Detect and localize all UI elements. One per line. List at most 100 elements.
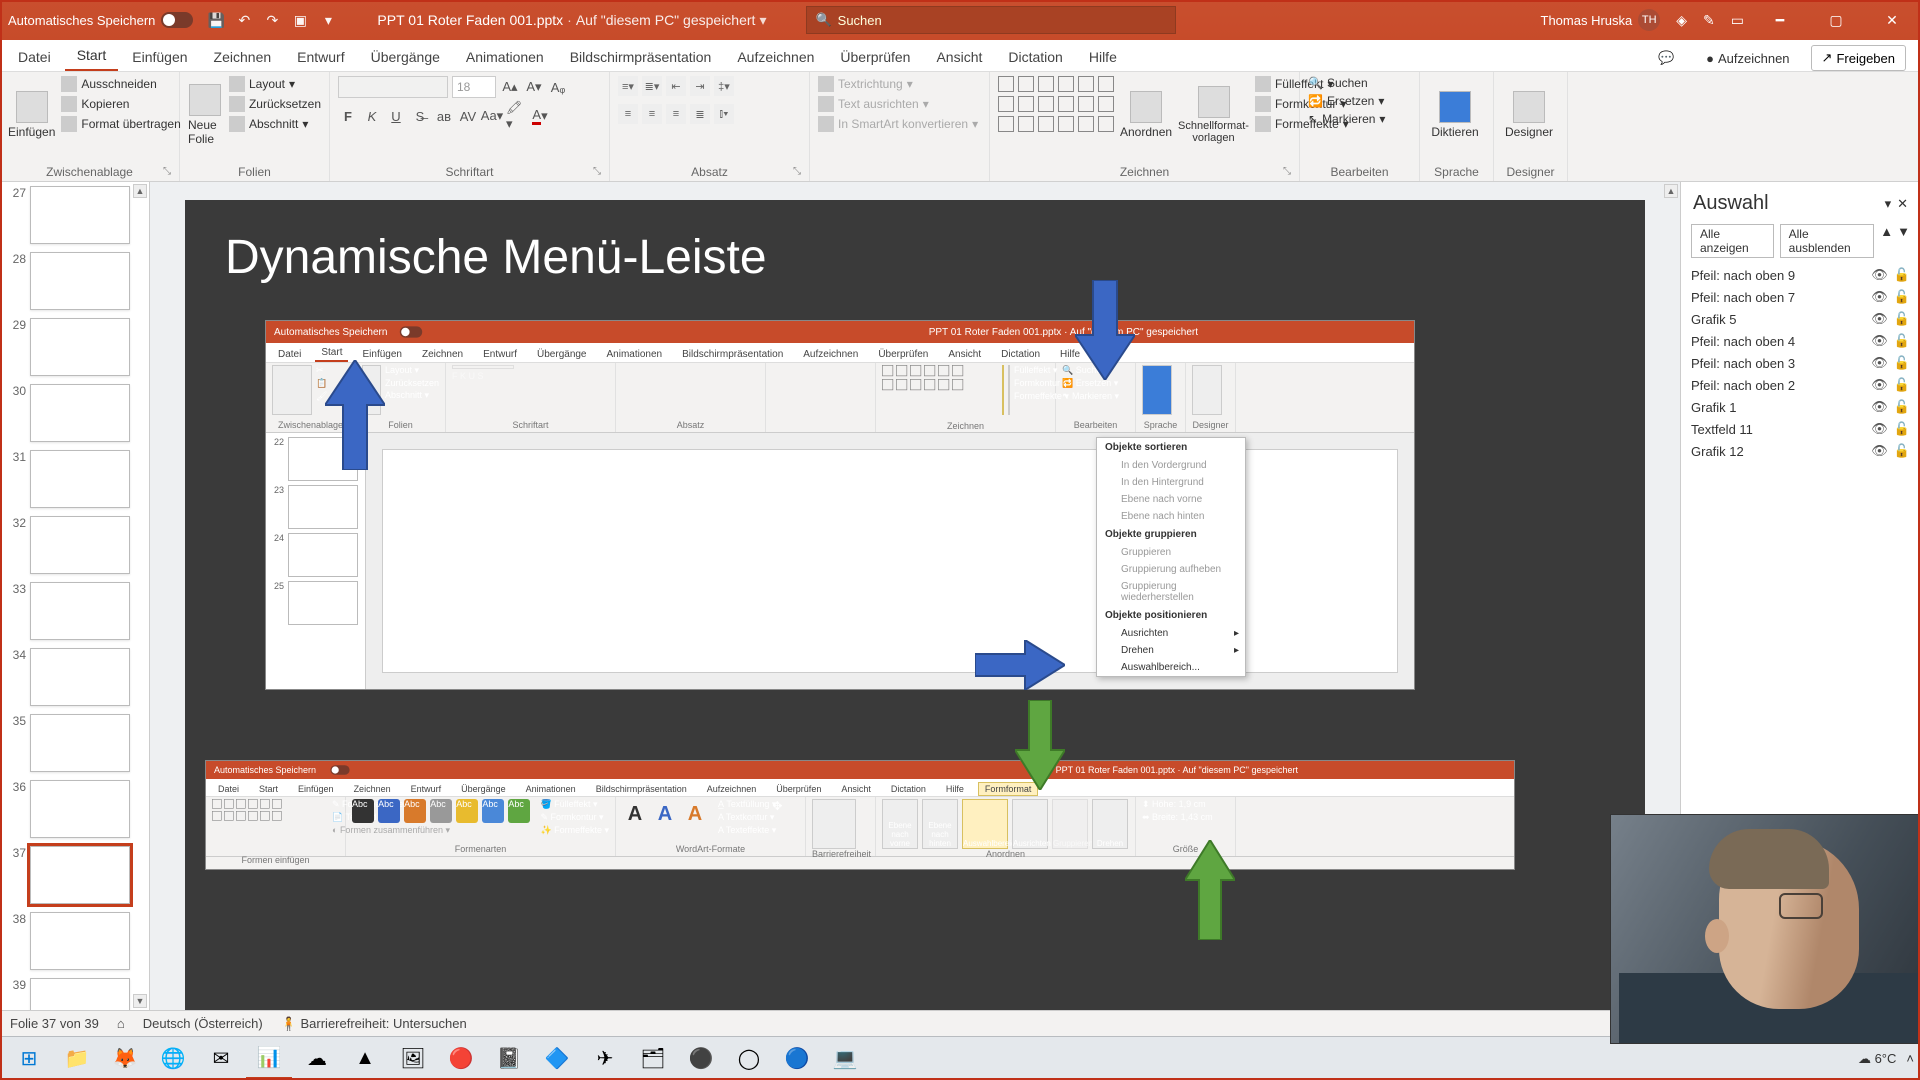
shadow-button[interactable]: aʙ [434,106,454,126]
visibility-icon[interactable]: 👁 [1871,421,1888,437]
slide[interactable]: Dynamische Menü-Leiste Automatisches Spe… [185,200,1645,1020]
lock-icon[interactable]: 🔓 [1894,377,1910,393]
telegram-icon[interactable]: ✈ [582,1039,628,1079]
select-button[interactable]: ↖Markieren ▾ [1308,112,1385,126]
tab-dictation[interactable]: Dictation [996,43,1074,71]
arrow-shape[interactable] [1185,840,1235,940]
move-down-icon[interactable]: ▼ [1897,224,1910,258]
app-icon[interactable]: ◯ [726,1039,772,1079]
indent-more-button[interactable]: ⇥ [690,76,710,96]
tab-zeichnen[interactable]: Zeichnen [202,43,284,71]
language-indicator[interactable]: Deutsch (Österreich) [143,1016,263,1031]
close-pane-icon[interactable]: ✕ [1897,196,1908,212]
maximize-button[interactable]: ▢ [1816,3,1856,37]
shrink-font-icon[interactable]: A▾ [524,77,544,97]
slide-canvas[interactable]: ▲▼ Dynamische Menü-Leiste Automatisches … [150,182,1680,1010]
search-input[interactable]: 🔍 Suchen [806,6,1176,34]
tab-uebergaenge[interactable]: Übergänge [359,43,452,71]
selection-item[interactable]: Pfeil: nach oben 9👁🔓 [1691,267,1910,283]
outlook-icon[interactable]: ✉ [198,1039,244,1079]
move-up-icon[interactable]: ▲ [1880,224,1893,258]
app-icon[interactable]: 🔵 [774,1039,820,1079]
strike-button[interactable]: S̶ [410,106,430,126]
accessibility-icon[interactable]: ⌂ [117,1016,125,1031]
arrow-shape[interactable] [325,360,385,470]
font-size-input[interactable] [452,76,496,98]
pen-icon[interactable]: ✎ [1703,12,1715,29]
app-icon[interactable]: 💻 [822,1039,868,1079]
indent-less-button[interactable]: ⇤ [666,76,686,96]
slide-thumbnail[interactable]: 35 [0,710,149,776]
diamond-icon[interactable]: ◈ [1676,12,1687,29]
onenote-icon[interactable]: 📓 [486,1039,532,1079]
dictate-button[interactable]: Diktieren [1428,76,1482,154]
tab-hilfe[interactable]: Hilfe [1077,43,1129,71]
scroll-up-button[interactable]: ▲ [1664,184,1678,198]
explorer-icon[interactable]: 📁 [54,1039,100,1079]
align-right-button[interactable]: ≡ [666,104,686,124]
visibility-icon[interactable]: 👁 [1871,377,1888,393]
columns-button[interactable]: ⫾▾ [714,104,734,124]
new-slide-button[interactable]: Neue Folie [188,76,223,154]
underline-button[interactable]: U [386,106,406,126]
ribbon-options-icon[interactable]: ▭ [1731,12,1744,29]
share-button[interactable]: ↗ Freigeben [1811,45,1906,71]
vlc-icon[interactable]: ▲ [342,1039,388,1079]
highlight-button[interactable]: 🖍▾ [506,106,526,126]
italic-button[interactable]: K [362,106,382,126]
slide-thumbnail[interactable]: 28 [0,248,149,314]
weather-widget[interactable]: ☁ 6°C [1858,1051,1896,1067]
powerpoint-icon[interactable]: 📊 [246,1039,292,1079]
lock-icon[interactable]: 🔓 [1894,289,1910,305]
tab-ansicht[interactable]: Ansicht [924,43,994,71]
slide-thumbnail[interactable]: 33 [0,578,149,644]
selection-item[interactable]: Textfeld 11👁🔓 [1691,421,1910,437]
case-button[interactable]: Aa▾ [482,106,502,126]
lock-icon[interactable]: 🔓 [1894,333,1910,349]
find-button[interactable]: 🔍Suchen [1308,76,1385,90]
slide-thumbnail[interactable]: 38 [0,908,149,974]
slide-thumbnail[interactable]: 32 [0,512,149,578]
visibility-icon[interactable]: 👁 [1871,311,1888,327]
app-icon[interactable]: ☁ [294,1039,340,1079]
slide-thumbnail[interactable]: 29 [0,314,149,380]
copy-button[interactable]: Kopieren [61,96,180,112]
arrange-button[interactable]: Anordnen [1120,76,1172,154]
slideshow-icon[interactable]: ▣ [291,11,309,29]
selection-item[interactable]: Pfeil: nach oben 4👁🔓 [1691,333,1910,349]
autosave-toggle[interactable]: Automatisches Speichern [8,12,193,28]
lock-icon[interactable]: 🔓 [1894,267,1910,283]
bullets-button[interactable]: ≡▾ [618,76,638,96]
tab-aufzeichnen[interactable]: Aufzeichnen [725,43,826,71]
more-icon[interactable]: ▾ [319,11,337,29]
lock-icon[interactable]: 🔓 [1894,399,1910,415]
tab-entwurf[interactable]: Entwurf [285,43,356,71]
format-painter-button[interactable]: Format übertragen [61,116,180,132]
undo-icon[interactable]: ↶ [235,11,253,29]
slide-thumbnail[interactable]: 30 [0,380,149,446]
start-button[interactable]: ⊞ [6,1039,52,1079]
clear-format-icon[interactable]: Aᵩ [548,77,568,97]
selection-item[interactable]: Grafik 12👁🔓 [1691,443,1910,459]
selection-item[interactable]: Pfeil: nach oben 7👁🔓 [1691,289,1910,305]
arrow-shape[interactable] [1015,700,1065,790]
cut-button[interactable]: Ausschneiden [61,76,180,92]
app-icon[interactable]: 🔴 [438,1039,484,1079]
slide-thumbnail[interactable]: 39 [0,974,149,1010]
bold-button[interactable]: F [338,106,358,126]
justify-button[interactable]: ≣ [690,104,710,124]
slide-thumbnail[interactable]: 27 [0,182,149,248]
pane-options-icon[interactable]: ▾ [1885,196,1892,212]
lock-icon[interactable]: 🔓 [1894,421,1910,437]
selection-item[interactable]: Pfeil: nach oben 2👁🔓 [1691,377,1910,393]
align-text-button[interactable]: Text ausrichten ▾ [818,96,978,112]
firefox-icon[interactable]: 🦊 [102,1039,148,1079]
tab-bildschirmpraesentation[interactable]: Bildschirmpräsentation [558,43,724,71]
designer-button[interactable]: Designer [1502,76,1556,154]
save-icon[interactable]: 💾 [207,11,225,29]
visibility-icon[interactable]: 👁 [1871,399,1888,415]
slide-thumbnail[interactable]: 34 [0,644,149,710]
close-button[interactable]: ✕ [1872,3,1912,37]
scroll-up-button[interactable]: ▲ [133,184,147,198]
selection-item[interactable]: Pfeil: nach oben 3👁🔓 [1691,355,1910,371]
